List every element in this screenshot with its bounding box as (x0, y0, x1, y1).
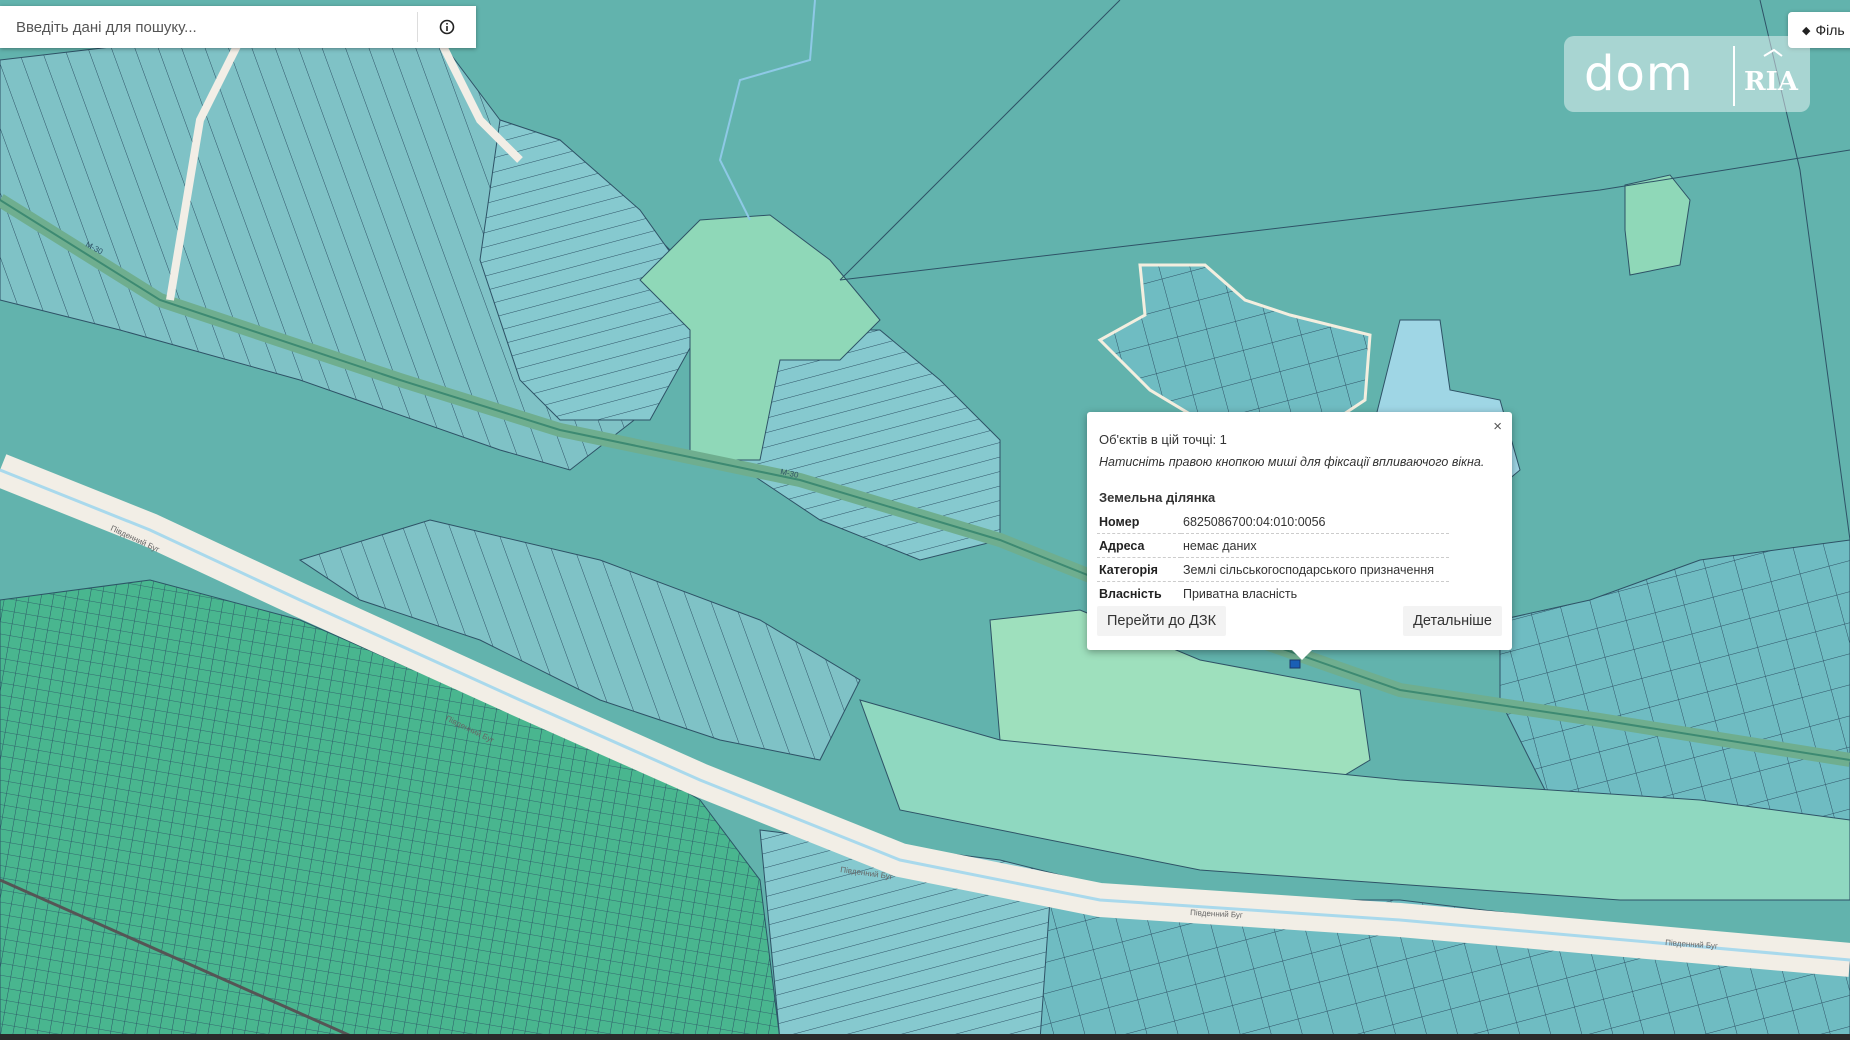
dom-ria-logo: dom RIA (1564, 36, 1810, 112)
filters-button-label: Філь (1815, 22, 1845, 38)
popup-hint: Натисніть правою кнопкою миші для фіксац… (1099, 455, 1485, 469)
details-button[interactable]: Детальніше (1403, 606, 1502, 636)
detail-value: Приватна власність (1183, 586, 1298, 601)
close-icon[interactable]: × (1493, 418, 1502, 435)
bottom-bar (0, 1034, 1850, 1040)
detail-key: Адреса (1097, 533, 1181, 558)
table-row: Номер 6825086700:04:010:0056 (1097, 510, 1449, 534)
table-row: Категорія Землі сільськогосподарського п… (1097, 557, 1449, 582)
meadow-east (1624, 174, 1691, 276)
logo-dom-text: dom (1584, 46, 1694, 102)
detail-key: Номер (1097, 510, 1181, 534)
info-icon[interactable] (418, 19, 476, 35)
table-row: Адреса немає даних (1097, 533, 1449, 558)
go-to-dzk-button[interactable]: Перейти до ДЗК (1097, 606, 1227, 636)
detail-key: Власність (1099, 586, 1162, 601)
detail-value: Землі сільськогосподарського призначення (1181, 557, 1449, 582)
selected-parcel-marker[interactable] (1289, 659, 1301, 669)
search-input[interactable] (0, 8, 417, 46)
layers-icon: ◆ (1802, 24, 1811, 37)
popup-pointer (1292, 650, 1312, 660)
logo-ria-mark: RIA (1733, 46, 1799, 106)
table-row: Власність Приватна власність (1097, 582, 1449, 606)
popup-title: Земельна ділянка (1099, 490, 1216, 505)
search-box (0, 6, 476, 48)
parcel-details-table: Номер 6825086700:04:010:0056 Адреса нема… (1097, 510, 1449, 605)
objects-count: Об'єктів в цій точці: 1 (1099, 432, 1227, 447)
svg-text:RIA: RIA (1744, 67, 1799, 97)
detail-key: Категорія (1097, 557, 1181, 582)
detail-value: немає даних (1181, 533, 1449, 558)
parcel-info-popup: × Об'єктів в цій точці: 1 Натисніть прав… (1087, 412, 1512, 660)
cadastral-map[interactable]: М-30 М-30 Південний Буг Південний Буг Пі… (0, 0, 1850, 1040)
detail-value: 6825086700:04:010:0056 (1181, 510, 1449, 534)
